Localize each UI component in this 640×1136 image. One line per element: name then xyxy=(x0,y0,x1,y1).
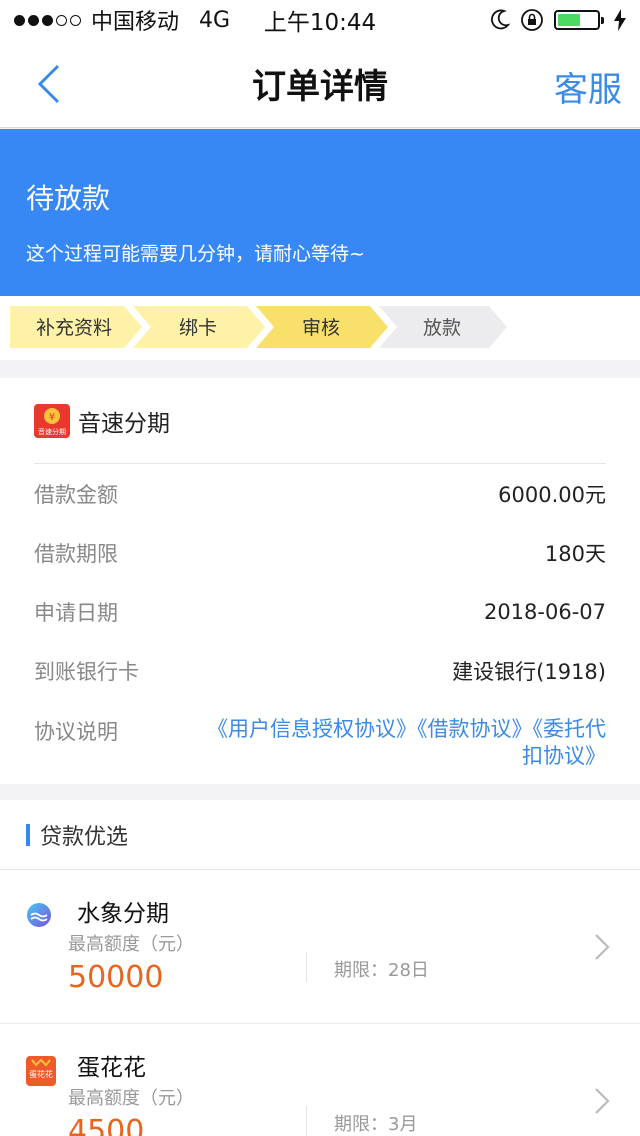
loan-cap-amount: 50000 xyxy=(68,960,164,995)
status-bar: 中国移动 4G 上午10:44 xyxy=(0,0,640,40)
loan-term: 期限：3月 xyxy=(334,1114,418,1135)
step-label: 审核 xyxy=(302,317,340,339)
info-value: 180天 xyxy=(544,541,606,566)
banner-title: 待放款 xyxy=(26,182,111,215)
step-label: 补充资料 xyxy=(36,317,112,339)
loan-divider xyxy=(306,952,307,982)
agreement-links: 《用户信息授权协议》《借款协议》《委托代扣协议》 xyxy=(206,716,606,770)
loan-item[interactable]: 水象分期 最高额度（元） 50000 期限：28日 xyxy=(0,870,640,1024)
progress-steps: 补充资料 绑卡 审核 放款 xyxy=(0,296,640,360)
info-row: 借款期限 180天 xyxy=(34,523,606,582)
info-row: 申请日期 2018-06-07 xyxy=(34,582,606,641)
info-key: 到账银行卡 xyxy=(34,659,139,684)
agreement-link-user-auth[interactable]: 《用户信息授权协议》 xyxy=(207,717,417,741)
chevron-right-icon xyxy=(595,934,610,960)
chevron-right-icon xyxy=(595,1088,610,1114)
moon-icon xyxy=(491,9,510,30)
loan-item[interactable]: 蛋花花 蛋花花 最高额度（元） 4500 期限：3月 xyxy=(0,1024,640,1136)
agreement-link-withhold[interactable]: 《委托代扣协议》 xyxy=(522,717,606,768)
info-row: 借款金额 6000.00元 xyxy=(34,464,606,523)
step-label: 绑卡 xyxy=(179,317,217,339)
rotation-lock-icon xyxy=(521,9,543,31)
info-value: 6000.00元 xyxy=(498,482,606,507)
loan-divider xyxy=(306,1106,307,1136)
nav-bar: 订单详情 客服 xyxy=(0,40,640,128)
loan-cap-amount: 4500 xyxy=(68,1114,145,1136)
carrier-label: 中国移动 xyxy=(91,10,180,35)
info-row: 到账银行卡 建设银行(1918) xyxy=(34,641,606,700)
danhuahua-logo-icon: 蛋花花 xyxy=(26,1056,56,1086)
info-value: 建设银行(1918) xyxy=(452,659,606,684)
svg-text:音速分期: 音速分期 xyxy=(38,427,66,436)
loan-name: 水象分期 xyxy=(77,901,169,927)
section-title: 贷款优选 xyxy=(40,824,129,850)
product-name: 音速分期 xyxy=(78,410,170,437)
agreement-link-loan[interactable]: 《借款协议》 xyxy=(417,717,533,741)
order-detail-page: 中国移动 4G 上午10:44 订单详情 客服 待放款 这个过程可能需要几分钟，… xyxy=(0,0,640,1136)
signal-strength-icon xyxy=(14,14,81,26)
loan-term: 期限：28日 xyxy=(334,960,429,981)
info-key: 申请日期 xyxy=(34,600,118,625)
yinsu-logo-icon: ¥ 音速分期 xyxy=(34,403,70,438)
page-title: 订单详情 xyxy=(252,67,388,107)
banner-subtitle: 这个过程可能需要几分钟，请耐心等待~ xyxy=(26,243,365,265)
water-drop-icon xyxy=(27,903,51,927)
info-key: 借款期限 xyxy=(34,541,118,566)
loan-cap-label: 最高额度（元） xyxy=(68,1088,194,1109)
customer-service-button[interactable]: 客服 xyxy=(554,62,622,111)
loan-name: 蛋花花 xyxy=(77,1055,146,1081)
agreement-label: 协议说明 xyxy=(34,720,118,744)
charging-bolt-icon xyxy=(614,9,626,31)
order-info-card: ¥ 音速分期 音速分期 借款金额 6000.00元 借款期限 180天 申请日期… xyxy=(0,378,640,784)
network-label: 4G xyxy=(199,7,231,33)
loan-cap-label: 最高额度（元） xyxy=(68,934,194,955)
svg-text:¥: ¥ xyxy=(49,412,55,423)
section-accent-bar xyxy=(26,823,30,846)
battery-icon xyxy=(554,10,604,30)
chevron-left-icon[interactable] xyxy=(30,60,70,108)
step-label: 放款 xyxy=(423,317,461,339)
product-header: ¥ 音速分期 音速分期 xyxy=(34,378,606,464)
agreement-row: 协议说明 《用户信息授权协议》《借款协议》《委托代扣协议》 xyxy=(34,700,606,770)
info-key: 借款金额 xyxy=(34,482,118,507)
section-header: 贷款优选 xyxy=(0,800,640,870)
svg-text:蛋花花: 蛋花花 xyxy=(29,1069,53,1079)
status-banner: 待放款 这个过程可能需要几分钟，请耐心等待~ xyxy=(0,129,640,296)
info-value: 2018-06-07 xyxy=(483,599,606,624)
loan-recommend-section: 贷款优选 水象分期 最高额度（元） 50000 期限：28日 蛋花花 蛋花花 最… xyxy=(0,800,640,1136)
